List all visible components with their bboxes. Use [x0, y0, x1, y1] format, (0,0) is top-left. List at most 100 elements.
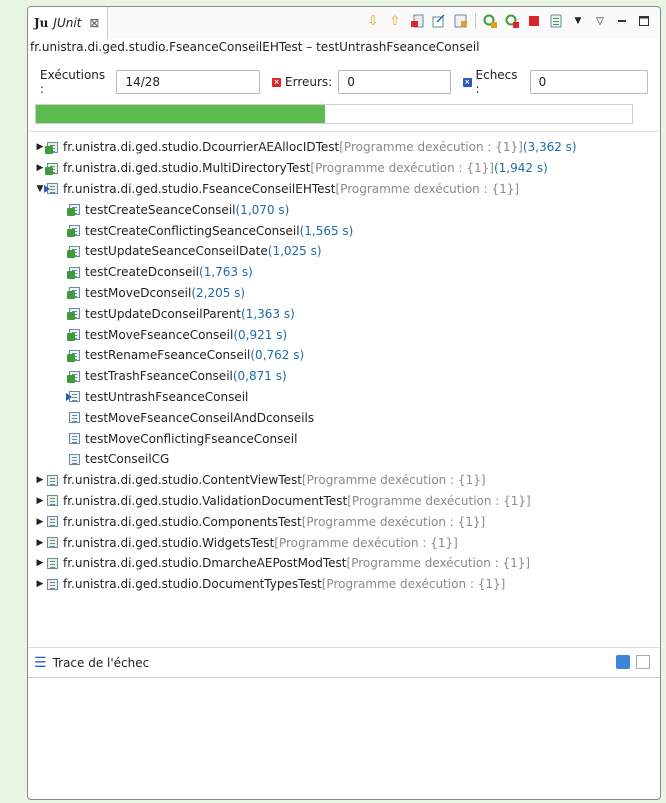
test-name: testConseilCG	[85, 452, 170, 467]
view-toolbar: ⇩ ⇧ ▼ ▽	[365, 13, 652, 29]
tab-title: JUnit	[53, 16, 82, 30]
test-runner-info: [Programme dexécution : {1}]	[310, 161, 494, 176]
minimize-icon[interactable]	[614, 13, 630, 29]
errors-label: × Erreurs:	[272, 75, 333, 89]
test-suite-icon	[46, 494, 60, 507]
test-case-icon	[68, 432, 82, 445]
test-case-row[interactable]: testTrashFseanceConseil (0,871 s)	[28, 366, 660, 387]
test-passed-icon	[67, 328, 82, 342]
test-name: fr.unistra.di.ged.studio.ContentViewTest	[63, 473, 302, 488]
test-passed-icon	[67, 224, 82, 238]
test-case-row[interactable]: testRenameFseanceConseil (0,762 s)	[28, 345, 660, 366]
view-tabbar: Ju JUnit ⊠ ⇩ ⇧ ▼ ▽	[28, 7, 660, 40]
error-icon: ×	[272, 77, 282, 87]
test-passed-icon	[67, 286, 82, 300]
test-case-icon	[68, 411, 82, 424]
expand-arrow-icon[interactable]: ▶	[34, 517, 46, 527]
test-runner-info: [Programme dexécution : {1}]	[301, 473, 486, 488]
rerun-icon[interactable]	[482, 13, 498, 29]
test-suite-row[interactable]: ▶ fr.unistra.di.ged.studio.DmarcheAEPostM…	[28, 553, 660, 574]
prev-failure-icon[interactable]: ⇧	[387, 13, 403, 29]
test-name: fr.unistra.di.ged.studio.MultiDirectoryT…	[63, 161, 311, 176]
test-name: testMoveFseanceConseilAndDconseils	[85, 410, 315, 425]
test-case-row[interactable]: testMoveFseanceConseil (0,921 s)	[28, 324, 660, 345]
test-name: testTrashFseanceConseil	[85, 369, 233, 384]
test-suite-row[interactable]: ▶ fr.unistra.di.ged.studio.ValidationDocu…	[28, 491, 660, 512]
test-name: fr.unistra.di.ged.studio.ComponentsTest	[63, 514, 302, 529]
test-duration: (1,363 s)	[241, 306, 295, 321]
test-runner-info: [Programme dexécution : {1}]	[346, 556, 531, 571]
test-suite-row[interactable]: ▶ fr.unistra.di.ged.studio.DcourrierAEAll…	[28, 137, 660, 158]
test-duration: (0,921 s)	[233, 327, 288, 342]
rerun-failed-first-icon[interactable]	[504, 13, 520, 29]
test-name: testUpdateSeanceConseilDate	[85, 244, 268, 259]
test-name: fr.unistra.di.ged.studio.DcourrierAEAllo…	[63, 140, 340, 155]
test-suite-passed-icon	[45, 162, 60, 175]
test-runner-info: [Programme dexécution : {1}]	[301, 514, 486, 529]
test-duration: (1,070 s)	[235, 202, 290, 217]
failure-trace-title: Trace de l'échec	[52, 655, 150, 670]
test-suite-icon	[46, 557, 60, 570]
view-menu-icon[interactable]: ▽	[592, 13, 608, 29]
compare-result-icon[interactable]	[636, 655, 650, 669]
expand-arrow-icon[interactable]: ▶	[34, 558, 46, 568]
show-failures-only-icon[interactable]	[409, 13, 425, 29]
toolbar-separator	[475, 13, 476, 29]
close-icon[interactable]: ⊠	[89, 16, 99, 30]
filter-stack-icon[interactable]	[616, 655, 630, 669]
history-icon[interactable]	[453, 13, 469, 29]
expand-arrow-icon[interactable]: ▶	[34, 496, 46, 506]
test-passed-icon	[67, 245, 82, 258]
test-suite-row[interactable]: ▶ fr.unistra.di.ged.studio.ComponentsTest…	[28, 511, 660, 532]
test-case-row[interactable]: testUpdateDconseilParent (1,363 s)	[28, 303, 660, 324]
test-suite-row[interactable]: ▶ fr.unistra.di.ged.studio.WidgetsTest [P…	[28, 532, 660, 553]
test-case-row[interactable]: testMoveDconseil (2,205 s)	[28, 283, 660, 304]
test-case-row[interactable]: testUpdateSeanceConseilDate (1,025 s)	[28, 241, 660, 262]
stop-icon[interactable]	[526, 13, 542, 29]
test-case-row[interactable]: testMoveFseanceConseilAndDconseils	[28, 407, 660, 428]
test-passed-icon	[67, 307, 82, 321]
test-runner-info: [Programme dexécution : {1}]	[335, 181, 520, 196]
test-name: testUntrashFseanceConseil	[85, 389, 249, 404]
test-case-row[interactable]: testUntrashFseanceConseil	[28, 387, 660, 408]
expand-arrow-icon[interactable]: ▶	[34, 579, 46, 589]
test-suite-row[interactable]: ▶ fr.unistra.di.ged.studio.MultiDirectory…	[28, 158, 660, 179]
test-case-row[interactable]: testMoveConflictingFseanceConseil	[28, 428, 660, 449]
maximize-icon[interactable]	[636, 13, 652, 29]
test-case-row[interactable]: testConseilCG	[28, 449, 660, 470]
expand-arrow-icon[interactable]: ▶	[34, 538, 46, 548]
failure-icon: ×	[462, 77, 472, 87]
test-tree[interactable]: ▶ fr.unistra.di.ged.studio.DcourrierAEAll…	[28, 137, 660, 595]
failure-trace-header: ☰ Trace de l'échec	[28, 648, 660, 678]
test-run-history-icon[interactable]	[548, 13, 564, 29]
test-runner-info: [Programme dexécution : {1}]	[339, 140, 523, 155]
test-suite-row[interactable]: ▶ fr.unistra.di.ged.studio.ContentViewTes…	[28, 470, 660, 491]
expand-arrow-icon[interactable]: ▶	[34, 475, 46, 485]
test-name: testRenameFseanceConseil	[85, 348, 251, 363]
failures-value: 0	[529, 70, 648, 94]
test-passed-icon	[67, 203, 82, 217]
next-failure-icon[interactable]: ⇩	[365, 13, 381, 29]
test-suite-icon	[46, 536, 60, 549]
test-name: testMoveFseanceConseil	[85, 327, 234, 342]
test-duration: (1,942 s)	[493, 161, 548, 176]
divider	[28, 131, 660, 132]
test-name: testCreateConflictingSeanceConseil	[85, 223, 300, 238]
test-suite-row[interactable]: ▼ fr.unistra.di.ged.studio.FseanceConseil…	[28, 179, 660, 200]
tab-junit[interactable]: Ju JUnit ⊠	[28, 7, 109, 40]
test-case-row[interactable]: testCreateDconseil (1,763 s)	[28, 262, 660, 283]
dropdown-icon[interactable]: ▼	[570, 13, 586, 29]
trace-toolbar	[616, 655, 650, 669]
test-name: testUpdateDconseilParent	[85, 306, 242, 321]
test-suite-passed-icon	[45, 141, 60, 154]
test-runner-info: [Programme dexécution : {1}]	[321, 577, 506, 592]
test-suite-icon	[46, 474, 60, 487]
test-case-row[interactable]: testCreateConflictingSeanceConseil (1,565…	[28, 220, 660, 241]
test-name: testMoveDconseil	[85, 285, 192, 300]
test-case-row[interactable]: testCreateSeanceConseil (1,070 s)	[28, 199, 660, 220]
junit-icon: Ju	[34, 16, 49, 30]
test-name: fr.unistra.di.ged.studio.ValidationDocum…	[63, 493, 348, 508]
test-passed-icon	[67, 349, 82, 362]
scroll-lock-icon[interactable]	[431, 13, 447, 29]
test-suite-row[interactable]: ▶ fr.unistra.di.ged.studio.DocumentTypesT…	[28, 574, 660, 595]
